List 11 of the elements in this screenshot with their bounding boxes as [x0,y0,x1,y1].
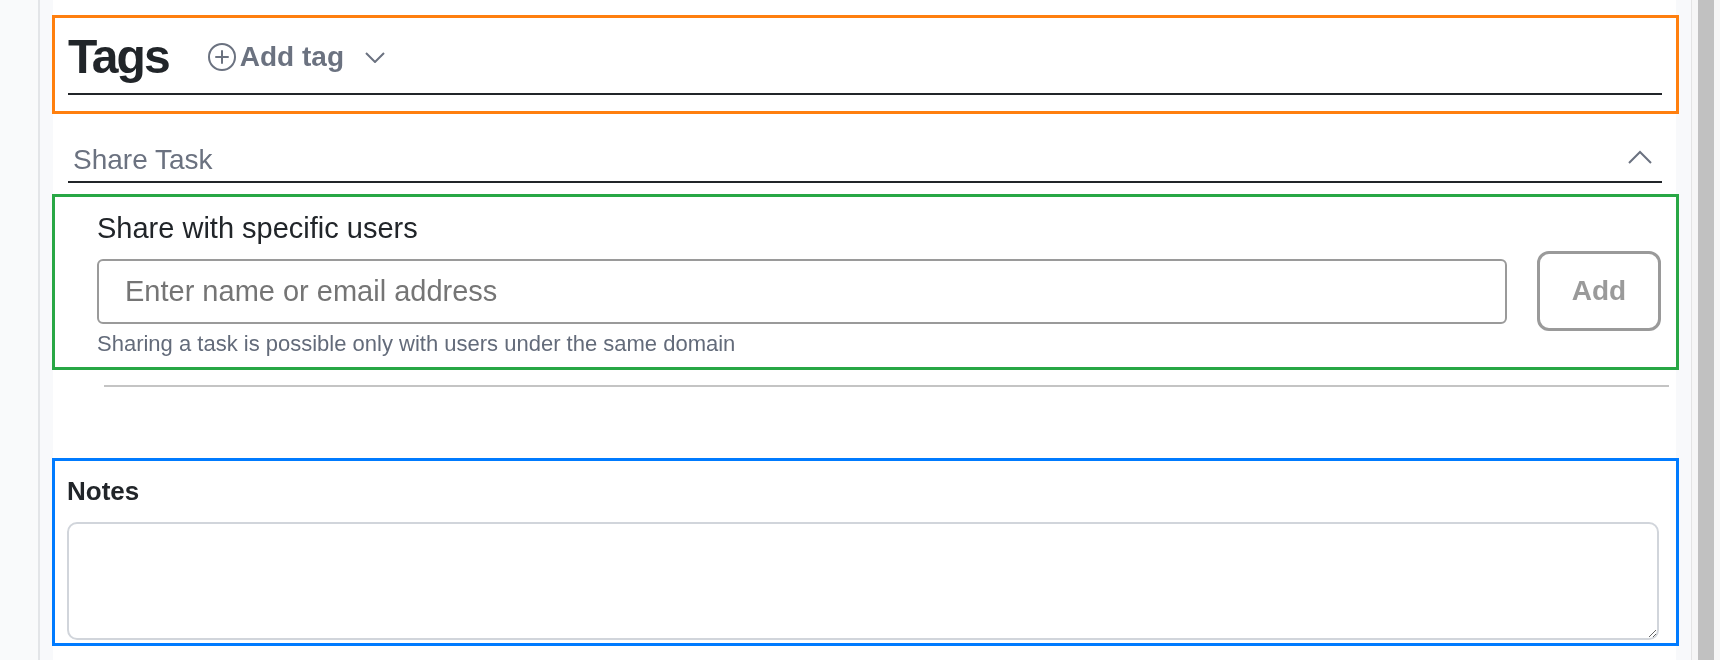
notes-field[interactable] [67,522,1659,640]
caret-icon [365,51,385,63]
plus-circle-icon [207,43,236,71]
tags-heading: Tags [68,33,169,81]
share-users-label: Share with specific users [97,211,419,245]
email-input[interactable]: Enter name or email address [97,258,1507,324]
notes-label: Notes [67,476,141,506]
hint-text: Sharing a task is possible only with users under the same domain [97,331,737,357]
add-tag-button[interactable]: Add tag [207,43,385,71]
scrollbar-thumb[interactable] [1698,0,1714,660]
share-task-toggle[interactable]: Share Task [68,144,1662,183]
